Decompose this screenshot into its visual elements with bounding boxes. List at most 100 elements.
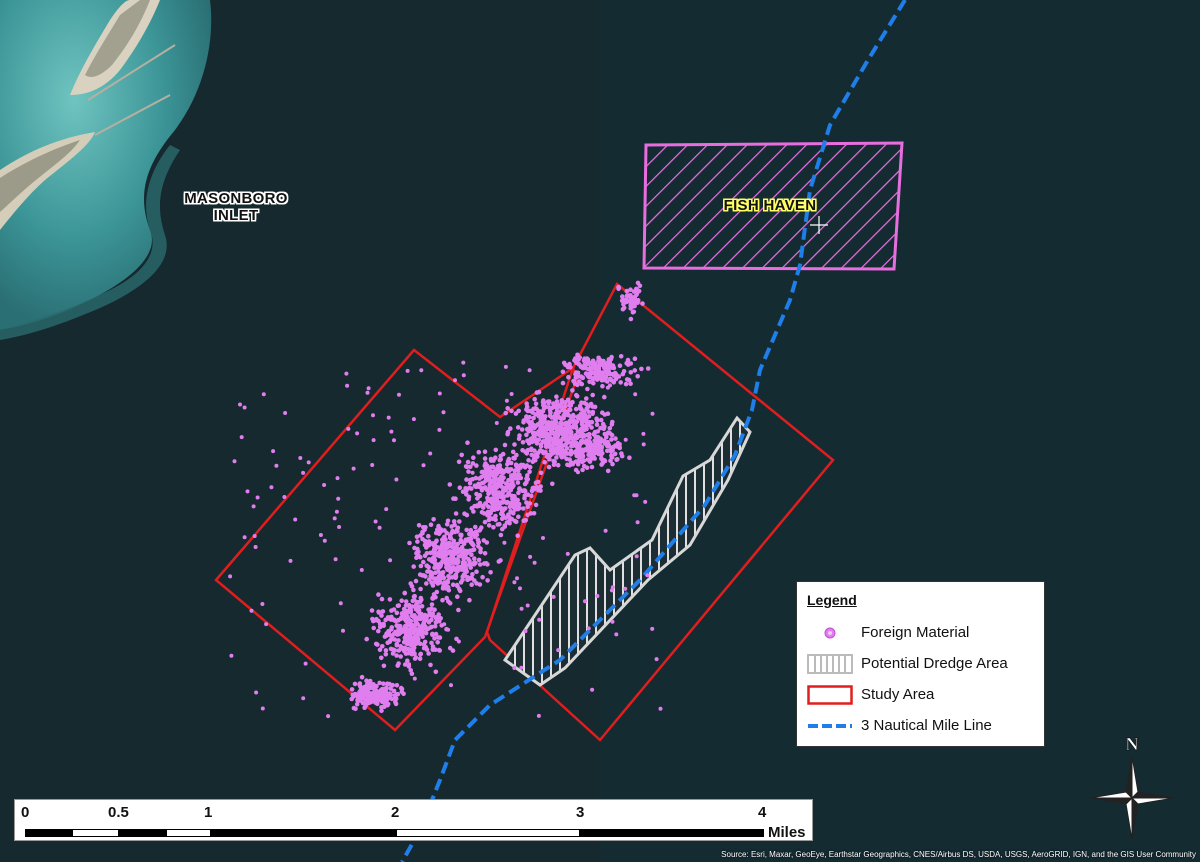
foreign-material-point (458, 537, 464, 543)
foreign-material-point (624, 288, 630, 294)
foreign-material-point (419, 611, 424, 616)
foreign-material-point (609, 588, 614, 593)
foreign-material-point (482, 463, 488, 469)
foreign-material-point (416, 549, 421, 554)
foreign-material-point (440, 554, 446, 559)
foreign-material-point (414, 534, 420, 540)
foreign-material-point (417, 572, 423, 577)
foreign-material-point (538, 470, 544, 476)
foreign-material-point (615, 457, 620, 462)
legend-item-label: Potential Dredge Area (861, 655, 1008, 672)
foreign-material-point (464, 464, 470, 470)
foreign-material-point (239, 435, 244, 440)
foreign-material-point (640, 301, 645, 306)
foreign-material-point (418, 586, 423, 592)
foreign-material-point (457, 485, 463, 491)
foreign-material-point (445, 557, 450, 562)
foreign-material-point (451, 540, 456, 546)
foreign-material-point (616, 285, 621, 290)
foreign-material-point (512, 666, 517, 670)
foreign-material-point (228, 574, 233, 579)
scale-tick-label: 3 (576, 804, 585, 821)
foreign-material-point (533, 423, 539, 429)
foreign-material-point (546, 464, 552, 470)
foreign-material-point (495, 506, 500, 512)
foreign-material-point (398, 654, 404, 659)
foreign-material-point (565, 451, 570, 456)
foreign-material-point (560, 380, 566, 386)
foreign-material-point (456, 554, 462, 559)
foreign-material-point (403, 599, 409, 604)
foreign-material-point (439, 528, 444, 534)
foreign-material-point (451, 496, 456, 501)
foreign-material-point (536, 389, 542, 395)
foreign-material-point (387, 633, 393, 638)
foreign-material-point (431, 517, 436, 522)
foreign-material-point (567, 361, 572, 367)
foreign-material-point (415, 640, 421, 645)
foreign-material-point (531, 487, 537, 492)
foreign-material-point (595, 429, 601, 434)
foreign-material-point (344, 371, 349, 376)
foreign-material-point (511, 511, 516, 516)
foreign-material-point (561, 360, 567, 366)
foreign-material-point (527, 421, 533, 427)
foreign-material-point (605, 385, 610, 390)
foreign-material-point (504, 398, 509, 403)
foreign-material-point (447, 540, 452, 546)
foreign-material-point (595, 594, 600, 598)
scale-segment (580, 829, 764, 837)
foreign-material-point (261, 392, 266, 397)
foreign-material-point (411, 615, 417, 620)
foreign-material-point (611, 365, 617, 371)
foreign-material-point (359, 694, 364, 700)
foreign-material-point (599, 462, 604, 467)
foreign-material-point (632, 493, 637, 498)
foreign-material-point (322, 538, 327, 543)
foreign-material-point (450, 648, 456, 653)
foreign-material-point (555, 462, 561, 468)
foreign-material-point (418, 625, 423, 631)
foreign-material-point (605, 448, 610, 454)
foreign-material-point (416, 523, 422, 528)
foreign-material-point (447, 482, 453, 487)
foreign-material-point (445, 562, 450, 568)
foreign-material-point (436, 573, 442, 579)
foreign-material-point (518, 586, 522, 591)
foreign-material-point (481, 480, 486, 486)
foreign-material-point (482, 551, 488, 556)
foreign-material-point (574, 393, 580, 399)
foreign-material-point (387, 597, 393, 602)
foreign-material-point (506, 469, 511, 474)
foreign-material-point (594, 416, 599, 422)
foreign-material-point (590, 404, 595, 409)
foreign-material-point (480, 574, 485, 580)
foreign-material-point (283, 411, 288, 415)
foreign-material-point (471, 455, 476, 461)
foreign-material-point (489, 464, 494, 470)
scale-units-label: Miles (768, 824, 806, 841)
foreign-material-point (418, 652, 423, 657)
foreign-material-point (461, 549, 467, 554)
foreign-material-point (618, 354, 624, 359)
foreign-material-point (377, 680, 382, 686)
foreign-material-point (504, 500, 510, 506)
foreign-material-point (650, 626, 655, 631)
foreign-material-point (341, 628, 345, 633)
foreign-material-point (433, 669, 439, 675)
foreign-material-point (455, 594, 460, 599)
foreign-material-point (394, 683, 400, 688)
foreign-material-point (623, 381, 629, 387)
foreign-material-point (494, 498, 500, 503)
foreign-material-point (570, 460, 576, 466)
foreign-material-point (337, 525, 342, 529)
foreign-material-point (396, 603, 402, 608)
foreign-material-point (617, 363, 623, 369)
foreign-material-point (634, 554, 639, 559)
foreign-material-point (623, 586, 628, 591)
foreign-material-point (634, 290, 640, 296)
foreign-material-point (609, 437, 614, 442)
place-label-masonboro-inlet: MASONBORO INLET (166, 190, 306, 224)
foreign-material-point (383, 652, 389, 657)
foreign-material-point (433, 615, 438, 620)
